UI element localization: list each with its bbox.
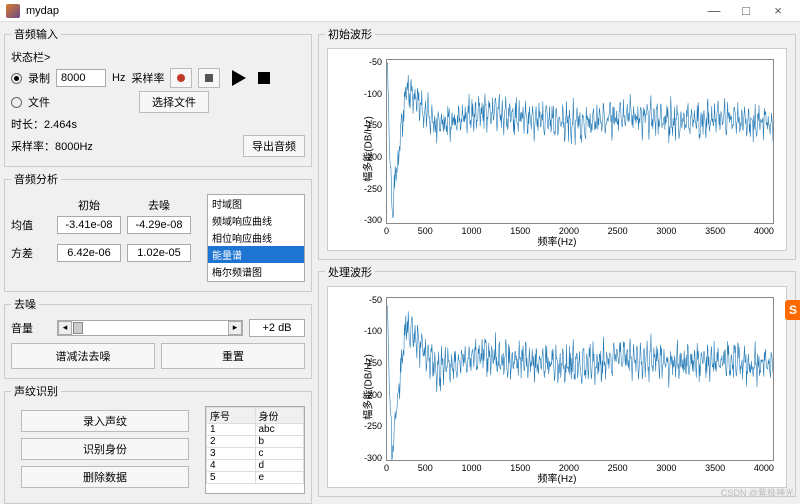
select-file-button[interactable]: 选择文件 [139, 91, 209, 113]
stop-record-button[interactable] [198, 68, 220, 88]
delete-data-button[interactable]: 删除数据 [21, 466, 189, 488]
chart2-yticks: -50-100-150-200-250-300 [352, 295, 382, 464]
table-row: 5e [207, 472, 304, 484]
mean-denoise[interactable] [127, 216, 191, 234]
list-item[interactable]: 时域图 [208, 195, 304, 212]
chart1-panel: 初始波形 幅多能(DB/Hz) -50-100-150-200-250-300 … [318, 26, 796, 260]
chart2-legend: 处理波形 [325, 264, 375, 280]
slider-left-arrow[interactable]: ◂ [58, 321, 72, 335]
var-denoise[interactable] [127, 244, 191, 262]
audio-input-panel: 音频输入 状态栏> 录制 Hz 采样率 文件 选择文件 时长：2.464s [4, 26, 312, 167]
record-radio[interactable] [11, 73, 22, 84]
identity-table[interactable]: 序号身份 1abc 2b 3c 4d 5e [205, 406, 305, 494]
table-row: 2b [207, 436, 304, 448]
sogou-badge: S [785, 300, 800, 320]
chart2: 幅多能(DB/Hz) -50-100-150-200-250-300 05001… [327, 286, 787, 489]
denoise-panel: 去噪 音量 ◂ ▸ 谱减法去噪 重置 [4, 296, 312, 379]
analysis-panel: 音频分析 初始 去噪 均值 方差 [4, 171, 312, 292]
enroll-voiceprint-button[interactable]: 录入声纹 [21, 410, 189, 432]
record-button[interactable] [170, 68, 192, 88]
minimize-button[interactable]: — [698, 3, 730, 18]
chart1-plot [386, 59, 774, 224]
chart1-xticks: 05001000150020002500300035004000 [384, 226, 774, 236]
analysis-legend: 音频分析 [11, 171, 61, 187]
slider-thumb[interactable] [73, 322, 83, 334]
volume-label: 音量 [11, 320, 51, 336]
export-audio-button[interactable]: 导出音频 [243, 135, 305, 157]
play-icon [232, 70, 246, 86]
file-radio[interactable] [11, 97, 22, 108]
th-identity: 身份 [255, 408, 304, 424]
volume-value[interactable] [249, 319, 305, 337]
table-row: 1abc [207, 424, 304, 436]
denoise-legend: 去噪 [11, 296, 39, 312]
close-button[interactable]: × [762, 3, 794, 18]
mean-initial[interactable] [57, 216, 121, 234]
list-item-selected[interactable]: 能量谱 [208, 246, 304, 263]
identify-button[interactable]: 识别身份 [21, 438, 189, 460]
chart1-yticks: -50-100-150-200-250-300 [352, 57, 382, 226]
window-title: mydap [26, 5, 698, 17]
voiceprint-panel: 声纹识别 录入声纹 识别身份 删除数据 序号身份 1abc 2b 3c 4d 5… [4, 383, 312, 504]
chart2-xticks: 05001000150020002500300035004000 [384, 463, 774, 473]
audio-input-legend: 音频输入 [11, 26, 61, 42]
var-label: 方差 [11, 245, 51, 261]
table-row: 3c [207, 448, 304, 460]
th-index: 序号 [207, 408, 256, 424]
spectral-subtraction-button[interactable]: 谱减法去噪 [11, 343, 155, 369]
play-button[interactable] [232, 70, 246, 86]
list-item[interactable]: 相位响应曲线 [208, 229, 304, 246]
samplerate-label: 采样率 [131, 70, 164, 86]
list-item[interactable]: 频域响应曲线 [208, 212, 304, 229]
chart1-xlabel: 频率(Hz) [538, 233, 577, 248]
var-initial[interactable] [57, 244, 121, 262]
col-denoise: 去噪 [127, 197, 191, 213]
chart1: 幅多能(DB/Hz) -50-100-150-200-250-300 05001… [327, 48, 787, 251]
status-label: 状态栏> [11, 49, 50, 65]
stop-button[interactable] [258, 72, 270, 84]
watermark: CSDN @紫极神光 [721, 486, 794, 499]
maximize-button[interactable]: □ [730, 3, 762, 18]
chart2-plot [386, 297, 774, 462]
sr-text: 采样率：8000Hz [11, 138, 93, 154]
chart2-panel: 处理波形 幅多能(DB/Hz) -50-100-150-200-250-300 … [318, 264, 796, 498]
chart2-xlabel: 频率(Hz) [538, 470, 577, 485]
duration-text: 时长：2.464s [11, 116, 77, 132]
col-initial: 初始 [57, 197, 121, 213]
voiceprint-legend: 声纹识别 [11, 383, 61, 399]
mean-label: 均值 [11, 217, 51, 233]
reset-button[interactable]: 重置 [161, 343, 305, 369]
table-row: 4d [207, 460, 304, 472]
samplerate-input[interactable] [56, 69, 106, 87]
file-label: 文件 [28, 94, 50, 110]
record-icon [177, 74, 185, 82]
slider-right-arrow[interactable]: ▸ [228, 321, 242, 335]
volume-slider[interactable]: ◂ ▸ [57, 320, 243, 336]
hz-label: Hz [112, 72, 125, 84]
plot-type-listbox[interactable]: 时域图 频域响应曲线 相位响应曲线 能量谱 梅尔频谱图 音压曲线 [207, 194, 305, 282]
app-icon [6, 4, 20, 18]
record-label: 录制 [28, 70, 50, 86]
stop2-icon [258, 72, 270, 84]
list-item[interactable]: 梅尔频谱图 [208, 263, 304, 280]
chart1-legend: 初始波形 [325, 26, 375, 42]
stop-icon [205, 74, 213, 82]
title-bar: mydap — □ × [0, 0, 800, 22]
list-item[interactable]: 音压曲线 [208, 280, 304, 282]
